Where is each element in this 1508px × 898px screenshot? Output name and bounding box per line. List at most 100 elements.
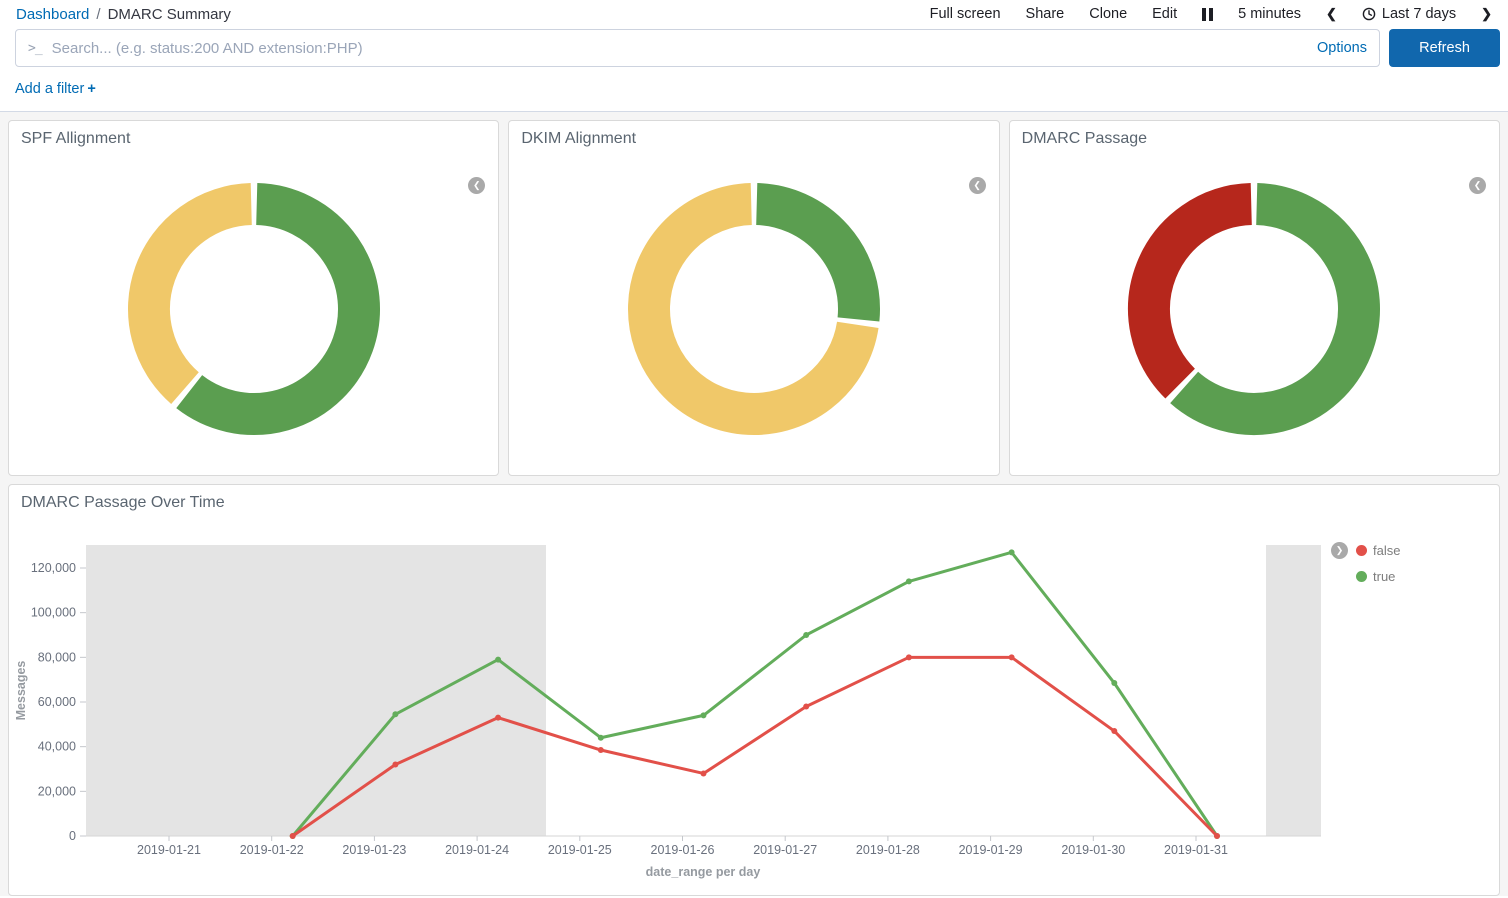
collapse-panel-icon[interactable]: ❮ <box>1469 177 1486 194</box>
data-point-false[interactable] <box>1009 654 1015 660</box>
chart-legend: ❯ false true <box>1331 542 1400 594</box>
search-input[interactable] <box>52 40 1307 57</box>
donut-slice-true[interactable] <box>189 204 359 414</box>
x-tick-label: 2019-01-26 <box>651 843 715 857</box>
legend-dot-true <box>1356 571 1367 582</box>
data-point-true[interactable] <box>803 632 809 638</box>
y-tick-label: 20,000 <box>38 784 76 798</box>
x-tick-label: 2019-01-23 <box>342 843 406 857</box>
x-tick-label: 2019-01-27 <box>753 843 817 857</box>
refresh-interval-label[interactable]: 5 minutes <box>1238 6 1301 22</box>
x-tick-label: 2019-01-28 <box>856 843 920 857</box>
top-nav-bar: Dashboard / DMARC Summary Full screen Sh… <box>0 0 1508 26</box>
legend-items: false true <box>1356 542 1400 594</box>
full-screen-button[interactable]: Full screen <box>930 6 1001 22</box>
top-menu: Full screen Share Clone Edit 5 minutes ❮… <box>930 6 1492 22</box>
clock-icon <box>1362 7 1376 21</box>
breadcrumb: Dashboard / DMARC Summary <box>16 6 231 23</box>
page-title: DMARC Summary <box>108 6 231 23</box>
dmarc-donut-chart[interactable] <box>1010 152 1499 450</box>
data-point-false[interactable] <box>803 703 809 709</box>
collapse-panel-icon[interactable]: ❮ <box>969 177 986 194</box>
y-tick-label: 40,000 <box>38 740 76 754</box>
data-point-false[interactable] <box>495 715 501 721</box>
panel-title: DKIM Alignment <box>509 121 998 152</box>
x-tick-label: 2019-01-30 <box>1061 843 1125 857</box>
console-prompt-icon: >_ <box>28 41 42 56</box>
y-tick-label: 100,000 <box>31 606 76 620</box>
x-axis-title: date_range per day <box>646 865 761 879</box>
panel-dmarc-passage-over-time: DMARC Passage Over Time 2019-01-212019-0… <box>8 484 1500 896</box>
add-filter-link[interactable]: Add a filter+ <box>15 81 96 97</box>
panel-dkim-alignment: DKIM Alignment ❮ <box>508 120 999 476</box>
panel-title: DMARC Passage Over Time <box>9 485 1499 516</box>
data-point-true[interactable] <box>392 711 398 717</box>
panel-spf-alignment: SPF Allignment ❮ <box>8 120 499 476</box>
legend-label: false <box>1373 543 1400 558</box>
refresh-button[interactable]: Refresh <box>1389 29 1500 67</box>
donut-svg <box>613 168 895 450</box>
x-tick-label: 2019-01-22 <box>240 843 304 857</box>
x-tick-label: 2019-01-29 <box>959 843 1023 857</box>
data-point-false[interactable] <box>290 833 296 839</box>
x-tick-label: 2019-01-31 <box>1164 843 1228 857</box>
breadcrumb-dashboard-link[interactable]: Dashboard <box>16 6 89 23</box>
y-tick-label: 60,000 <box>38 695 76 709</box>
timeseries-svg: 2019-01-21 2019-01-22 2019-01-23 2019-01-24… <box>9 516 1339 888</box>
timeseries-line-chart[interactable]: 2019-01-21 2019-01-22 2019-01-23 2019-01-24… <box>9 516 1499 893</box>
data-point-false[interactable] <box>701 770 707 776</box>
query-bar: >_ Options Refresh <box>0 26 1508 70</box>
search-box[interactable]: >_ Options <box>15 29 1380 67</box>
panel-title: DMARC Passage <box>1010 121 1499 152</box>
donut-svg <box>1113 168 1395 450</box>
donut-slice-false[interactable] <box>149 204 251 388</box>
donut-slice-false[interactable] <box>1149 204 1251 384</box>
donut-slice-true[interactable] <box>757 204 859 319</box>
data-point-false[interactable] <box>598 747 604 753</box>
pause-icon[interactable] <box>1202 8 1213 21</box>
data-point-true[interactable] <box>701 712 707 718</box>
donut-svg <box>113 168 395 450</box>
panel-dmarc-passage: DMARC Passage ❮ <box>1009 120 1500 476</box>
options-link[interactable]: Options <box>1317 40 1367 56</box>
x-tick-label: 2019-01-21 <box>137 843 201 857</box>
panel-title: SPF Allignment <box>9 121 498 152</box>
time-range-label: Last 7 days <box>1382 6 1456 22</box>
y-tick-label: 80,000 <box>38 650 76 664</box>
data-point-true[interactable] <box>1111 680 1117 686</box>
data-point-true[interactable] <box>495 657 501 663</box>
dkim-donut-chart[interactable] <box>509 152 998 450</box>
chevron-left-icon[interactable]: ❮ <box>1326 6 1337 22</box>
chevron-right-icon[interactable]: ❯ <box>1481 6 1492 22</box>
data-point-false[interactable] <box>392 762 398 768</box>
dashboard-grid: SPF Allignment ❮ DKIM Alignment ❮ DMARC … <box>0 112 1508 896</box>
expand-legend-icon[interactable]: ❯ <box>1331 542 1348 559</box>
data-point-false[interactable] <box>1111 728 1117 734</box>
clone-button[interactable]: Clone <box>1089 6 1127 22</box>
time-range-picker[interactable]: Last 7 days <box>1362 6 1456 22</box>
filter-bar: Add a filter+ <box>0 70 1508 112</box>
legend-item-false[interactable]: false <box>1356 542 1400 559</box>
data-point-true[interactable] <box>906 578 912 584</box>
y-axis-title: Messages <box>14 661 28 721</box>
plus-icon: + <box>87 81 95 97</box>
legend-label: true <box>1373 569 1395 584</box>
time-range-shading <box>1266 545 1321 836</box>
x-tick-label: 2019-01-25 <box>548 843 612 857</box>
timeseries-chart-body: 2019-01-21 2019-01-22 2019-01-23 2019-01-24… <box>9 516 1499 893</box>
data-point-true[interactable] <box>598 735 604 741</box>
data-point-false[interactable] <box>906 654 912 660</box>
y-tick-label: 120,000 <box>31 561 76 575</box>
legend-item-true[interactable]: true <box>1356 568 1400 585</box>
y-tick-label: 0 <box>69 829 76 843</box>
legend-dot-false <box>1356 545 1367 556</box>
data-point-false[interactable] <box>1214 833 1220 839</box>
donut-panels-row: SPF Allignment ❮ DKIM Alignment ❮ DMARC … <box>8 120 1500 476</box>
time-range-shading <box>86 545 546 836</box>
spf-donut-chart[interactable] <box>9 152 498 450</box>
breadcrumb-separator: / <box>96 6 100 23</box>
share-button[interactable]: Share <box>1026 6 1065 22</box>
x-tick-label: 2019-01-24 <box>445 843 509 857</box>
edit-button[interactable]: Edit <box>1152 6 1177 22</box>
data-point-true[interactable] <box>1009 549 1015 555</box>
